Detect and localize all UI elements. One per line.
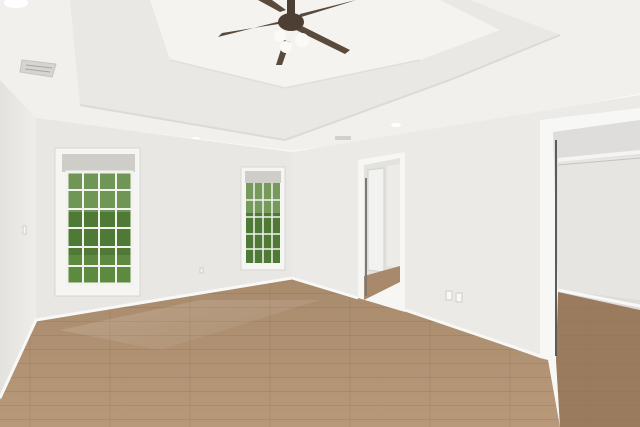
ceiling-vent-small bbox=[335, 136, 351, 140]
closet-doorway bbox=[540, 108, 640, 427]
recessed-light bbox=[391, 123, 401, 127]
window-left bbox=[54, 147, 141, 297]
wall-outlet-back bbox=[199, 267, 204, 274]
doorway-hall bbox=[358, 152, 405, 312]
window-right bbox=[240, 166, 286, 271]
room-photo bbox=[0, 0, 640, 427]
wall-outlet-left bbox=[22, 225, 27, 235]
